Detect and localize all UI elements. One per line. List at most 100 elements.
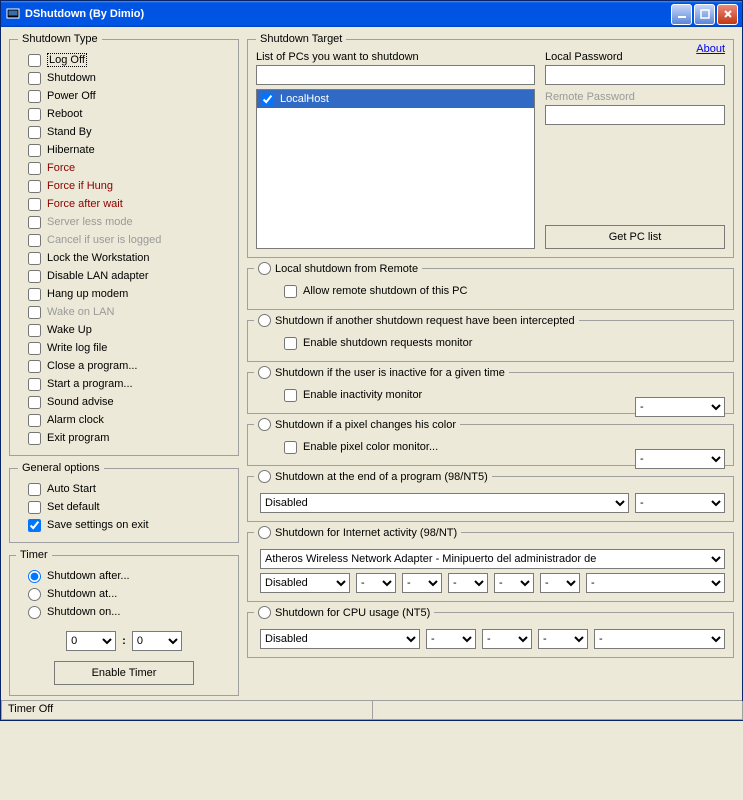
allow-remote-checkbox[interactable]	[284, 285, 297, 298]
remote-radio[interactable]	[258, 262, 271, 275]
shutdown-type-label: Cancel if user is logged	[47, 234, 161, 246]
internet-radio[interactable]	[258, 526, 271, 539]
internet-s1[interactable]: -	[356, 573, 396, 593]
local-password-input[interactable]	[545, 65, 725, 85]
allow-remote-label: Allow remote shutdown of this PC	[303, 285, 467, 297]
about-link[interactable]: About	[696, 43, 725, 55]
shutdown-type-checkbox[interactable]	[28, 144, 41, 157]
shutdown-type-label: Force after wait	[47, 198, 123, 210]
shutdown-type-checkbox[interactable]	[28, 180, 41, 193]
pixel-group: Shutdown if a pixel changes his color En…	[247, 418, 734, 466]
pixel-checkbox[interactable]	[284, 441, 297, 454]
pixel-legend: Shutdown if a pixel changes his color	[275, 419, 456, 431]
shutdown-at-radio[interactable]	[28, 588, 41, 601]
intercept-radio[interactable]	[258, 314, 271, 327]
shutdown-type-checkbox[interactable]	[28, 324, 41, 337]
cpu-radio[interactable]	[258, 606, 271, 619]
shutdown-type-checkbox[interactable]	[28, 216, 41, 229]
internet-disabled-select[interactable]: Disabled	[260, 573, 350, 593]
timer-hours-select[interactable]: 0	[66, 631, 116, 651]
shutdown-type-checkbox[interactable]	[28, 234, 41, 247]
status-bar: Timer Off	[1, 700, 742, 720]
cpu-s2[interactable]: -	[482, 629, 532, 649]
shutdown-type-checkbox[interactable]	[28, 126, 41, 139]
status-cell-2	[372, 701, 743, 720]
remote-legend: Local shutdown from Remote	[275, 263, 418, 275]
internet-group: Shutdown for Internet activity (98/NT) A…	[247, 526, 734, 602]
auto-start-checkbox[interactable]	[28, 483, 41, 496]
inactive-checkbox[interactable]	[284, 389, 297, 402]
pixel-select[interactable]: -	[635, 449, 725, 469]
internet-legend: Shutdown for Internet activity (98/NT)	[275, 527, 457, 539]
prog-end-radio[interactable]	[258, 470, 271, 483]
timer-sep: :	[122, 635, 126, 647]
enable-timer-button[interactable]: Enable Timer	[54, 661, 194, 685]
pixel-radio[interactable]	[258, 418, 271, 431]
internet-s2[interactable]: -	[402, 573, 442, 593]
app-icon	[5, 6, 21, 22]
shutdown-type-checkbox[interactable]	[28, 198, 41, 211]
shutdown-type-checkbox[interactable]	[28, 162, 41, 175]
cpu-disabled-select[interactable]: Disabled	[260, 629, 420, 649]
shutdown-type-checkbox[interactable]	[28, 288, 41, 301]
general-options-legend: General options	[18, 462, 104, 474]
shutdown-type-label: Sound advise	[47, 396, 114, 408]
shutdown-type-legend: Shutdown Type	[18, 33, 102, 45]
shutdown-type-checkbox[interactable]	[28, 396, 41, 409]
cpu-s3[interactable]: -	[538, 629, 588, 649]
internet-adapter-select[interactable]: Atheros Wireless Network Adapter - Minip…	[260, 549, 725, 569]
set-default-checkbox[interactable]	[28, 501, 41, 514]
shutdown-type-label: Power Off	[47, 90, 96, 102]
inactive-select[interactable]: -	[635, 397, 725, 417]
remote-shutdown-group: Local shutdown from Remote Allow remote …	[247, 262, 734, 310]
close-button[interactable]	[717, 4, 738, 25]
intercept-checkbox[interactable]	[284, 337, 297, 350]
prog-end-legend: Shutdown at the end of a program (98/NT5…	[275, 471, 488, 483]
shutdown-after-radio[interactable]	[28, 570, 41, 583]
internet-s3[interactable]: -	[448, 573, 488, 593]
prog-end-disabled-select[interactable]: Disabled	[260, 493, 629, 513]
shutdown-type-checkbox[interactable]	[28, 432, 41, 445]
pc-list-input[interactable]	[256, 65, 535, 85]
internet-s5[interactable]: -	[540, 573, 580, 593]
shutdown-type-checkbox[interactable]	[28, 306, 41, 319]
shutdown-type-label: Hang up modem	[47, 288, 128, 300]
timer-minutes-select[interactable]: 0	[132, 631, 182, 651]
shutdown-type-checkbox[interactable]	[28, 252, 41, 265]
shutdown-on-radio[interactable]	[28, 606, 41, 619]
maximize-button[interactable]	[694, 4, 715, 25]
shutdown-type-label: Exit program	[47, 432, 109, 444]
shutdown-type-label: Log Off	[47, 53, 87, 67]
shutdown-type-label: Stand By	[47, 126, 92, 138]
minimize-button[interactable]	[671, 4, 692, 25]
shutdown-type-checkbox[interactable]	[28, 90, 41, 103]
shutdown-type-label: Start a program...	[47, 378, 133, 390]
shutdown-type-checkbox[interactable]	[28, 108, 41, 121]
shutdown-type-checkbox[interactable]	[28, 54, 41, 67]
prog-end-sel[interactable]: -	[635, 493, 725, 513]
cpu-s1[interactable]: -	[426, 629, 476, 649]
shutdown-type-checkbox[interactable]	[28, 270, 41, 283]
timer-legend: Timer	[16, 549, 52, 561]
internet-s4[interactable]: -	[494, 573, 534, 593]
remote-password-input[interactable]	[545, 105, 725, 125]
list-item[interactable]: LocalHost	[257, 90, 534, 108]
shutdown-type-checkbox[interactable]	[28, 414, 41, 427]
localhost-checkbox[interactable]	[261, 93, 274, 106]
shutdown-type-label: Wake Up	[47, 324, 92, 336]
cpu-s4[interactable]: -	[594, 629, 725, 649]
internet-s6[interactable]: -	[586, 573, 725, 593]
get-pc-list-button[interactable]: Get PC list	[545, 225, 725, 249]
shutdown-type-checkbox[interactable]	[28, 72, 41, 85]
pc-listbox[interactable]: LocalHost	[256, 89, 535, 249]
titlebar: DShutdown (By Dimio)	[1, 1, 742, 27]
shutdown-type-label: Hibernate	[47, 144, 95, 156]
save-on-exit-checkbox[interactable]	[28, 519, 41, 532]
shutdown-type-checkbox[interactable]	[28, 342, 41, 355]
shutdown-type-checkbox[interactable]	[28, 360, 41, 373]
intercept-group: Shutdown if another shutdown request hav…	[247, 314, 734, 362]
shutdown-after-label: Shutdown after...	[47, 570, 130, 582]
shutdown-type-checkbox[interactable]	[28, 378, 41, 391]
inactive-radio[interactable]	[258, 366, 271, 379]
cpu-legend: Shutdown for CPU usage (NT5)	[275, 607, 430, 619]
